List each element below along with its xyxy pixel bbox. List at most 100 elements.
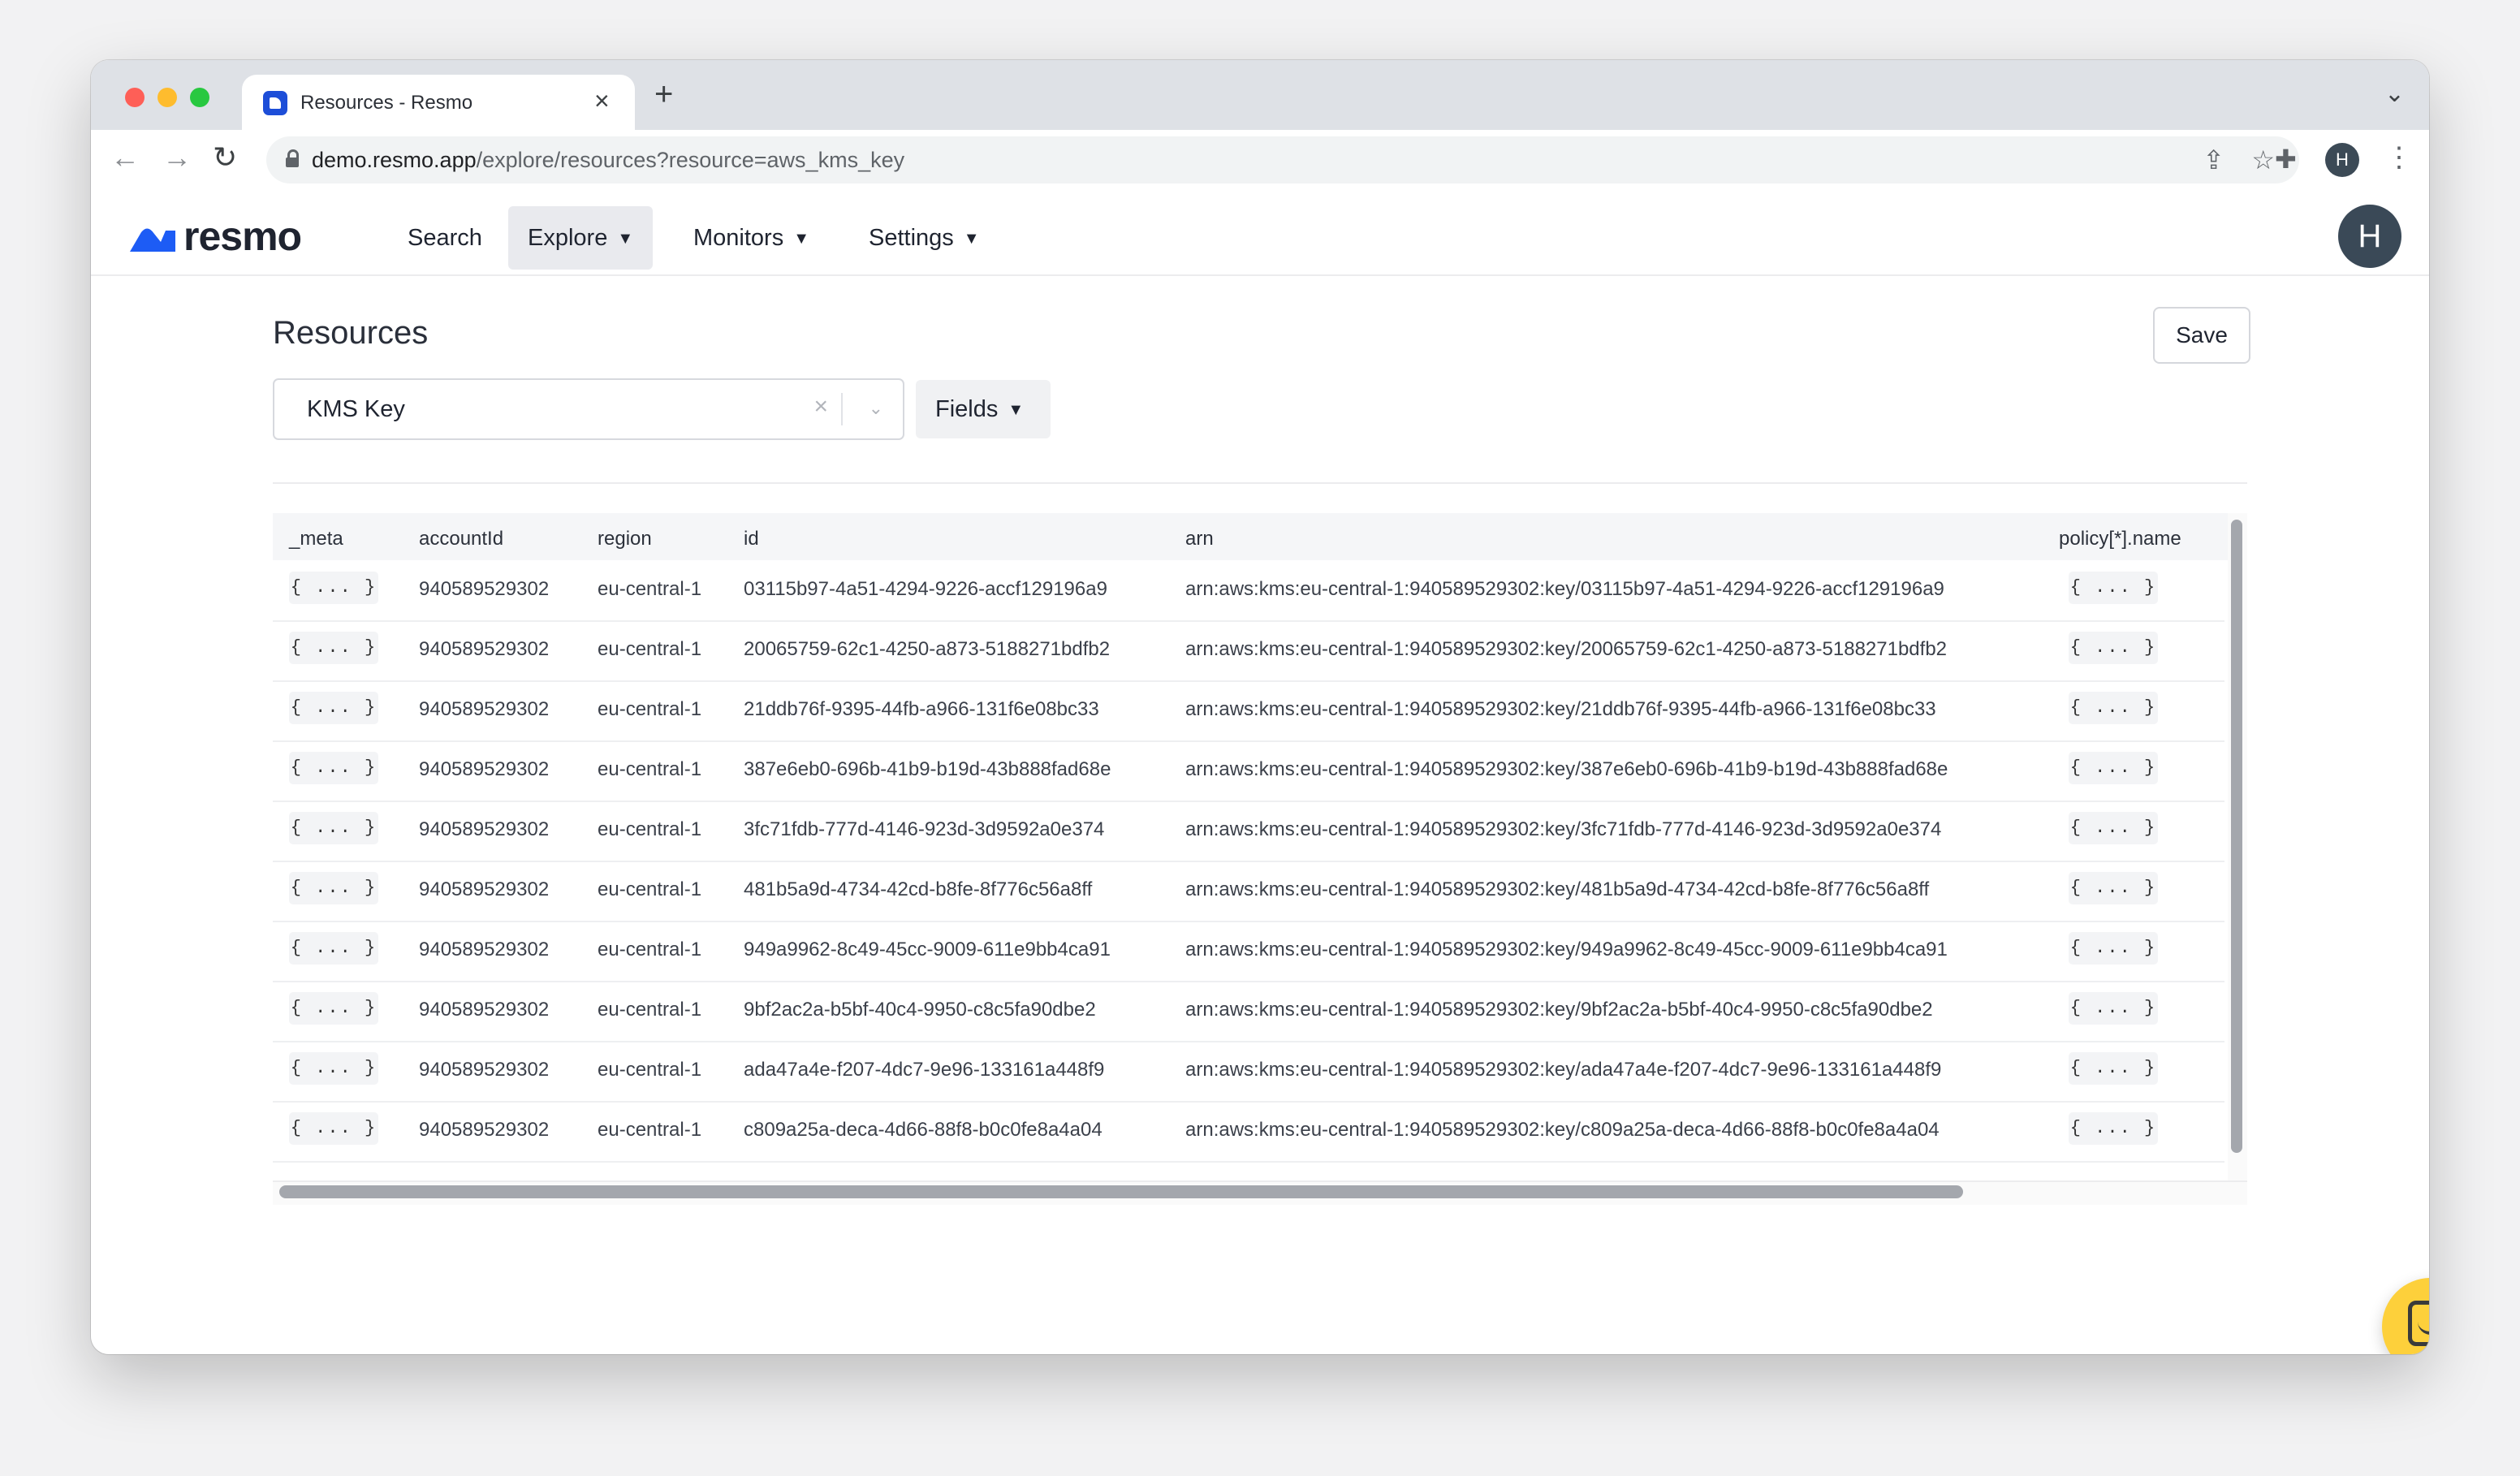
policy-name-cell[interactable]: { ... } <box>2069 632 2158 664</box>
table-row[interactable]: { ... } 940589529302 eu-central-1 481b5a9d-… <box>273 861 2224 922</box>
horizontal-scrollbar-thumb[interactable] <box>279 1185 1963 1198</box>
lock-icon[interactable] <box>286 149 299 167</box>
arn-cell: arn:aws:kms:eu-central-1:940589529302:ke… <box>1185 1119 1940 1141</box>
table-row[interactable]: { ... } 940589529302 eu-central-1 3fc71fdb-… <box>273 801 2224 862</box>
resource-type-select[interactable]: KMS Key × ⌄ <box>273 378 904 440</box>
chevron-down-icon[interactable]: ⌄ <box>869 398 883 419</box>
save-button[interactable]: Save <box>2153 307 2250 364</box>
resmo-logo-icon <box>130 228 175 252</box>
tab-close-icon[interactable]: × <box>594 86 610 115</box>
nav-explore[interactable]: Explore ▼ <box>508 206 654 270</box>
meta-cell[interactable]: { ... } <box>289 632 378 664</box>
account-id-cell: 940589529302 <box>419 578 550 600</box>
share-icon[interactable]: ⇪ <box>2203 145 2224 175</box>
clear-selection-icon[interactable]: × <box>813 393 828 421</box>
region-cell: eu-central-1 <box>598 638 702 660</box>
table-row[interactable]: { ... } 940589529302 eu-central-1 9bf2ac2a-… <box>273 981 2224 1042</box>
region-cell: eu-central-1 <box>598 878 702 900</box>
table-row[interactable]: { ... } 940589529302 eu-central-1 ada47a4e-… <box>273 1041 2224 1103</box>
policy-name-cell[interactable]: { ... } <box>2069 1052 2158 1085</box>
column-header-accountid[interactable]: accountId <box>419 528 503 550</box>
column-header-arn[interactable]: arn <box>1185 528 1214 550</box>
table-header: _meta accountId region id arn policy[*].… <box>273 513 2247 560</box>
url-path: /explore/resources?resource=aws_kms_key <box>476 148 905 172</box>
reload-icon[interactable]: ↻ <box>213 141 237 174</box>
extensions-icon[interactable]: ✚ <box>2275 145 2297 174</box>
maximize-window-button[interactable] <box>190 88 209 107</box>
star-icon[interactable]: ☆ <box>2251 145 2275 175</box>
policy-name-cell[interactable]: { ... } <box>2069 752 2158 784</box>
column-header-region[interactable]: region <box>598 528 652 550</box>
id-cell: c809a25a-deca-4d66-88f8-b0c0fe8a4a04 <box>744 1119 1102 1141</box>
table-row[interactable]: { ... } 940589529302 eu-central-1 c809a25a-… <box>273 1101 2224 1163</box>
table-row[interactable]: { ... } 940589529302 eu-central-1 03115b97-… <box>273 560 2224 622</box>
table-row[interactable]: { ... } 940589529302 eu-central-1 949a9962-… <box>273 921 2224 982</box>
account-id-cell: 940589529302 <box>419 698 550 720</box>
meta-cell[interactable]: { ... } <box>289 572 378 604</box>
account-id-cell: 940589529302 <box>419 1119 550 1141</box>
back-icon[interactable]: ← <box>110 141 140 174</box>
tab-list-icon[interactable]: ⌄ <box>2384 80 2405 108</box>
meta-cell[interactable]: { ... } <box>289 1052 378 1085</box>
more-icon[interactable]: ⋮ <box>2385 141 2413 174</box>
region-cell: eu-central-1 <box>598 1119 702 1141</box>
nav-settings[interactable]: Settings ▼ <box>849 206 999 270</box>
arn-cell: arn:aws:kms:eu-central-1:940589529302:ke… <box>1185 878 1930 900</box>
address-bar[interactable]: demo.resmo.app/explore/resources?resourc… <box>266 136 2299 183</box>
arn-cell: arn:aws:kms:eu-central-1:940589529302:ke… <box>1185 758 1948 780</box>
tab-title: Resources - Resmo <box>300 92 473 114</box>
meta-cell[interactable]: { ... } <box>289 812 378 844</box>
meta-cell[interactable]: { ... } <box>289 1112 378 1145</box>
user-avatar[interactable]: H <box>2338 205 2401 268</box>
logo-text: resmo <box>183 214 302 259</box>
account-id-cell: 940589529302 <box>419 818 550 840</box>
browser-tab[interactable]: Resources - Resmo × <box>242 75 635 130</box>
table-row[interactable]: { ... } 940589529302 eu-central-1 21ddb76f-… <box>273 680 2224 742</box>
policy-name-cell[interactable]: { ... } <box>2069 692 2158 724</box>
column-header-id[interactable]: id <box>744 528 759 550</box>
policy-name-cell[interactable]: { ... } <box>2069 992 2158 1025</box>
policy-name-cell[interactable]: { ... } <box>2069 932 2158 965</box>
id-cell: 949a9962-8c49-45cc-9009-611e9bb4ca91 <box>744 939 1111 960</box>
policy-name-cell[interactable]: { ... } <box>2069 812 2158 844</box>
resource-select-value: KMS Key <box>307 396 405 422</box>
region-cell: eu-central-1 <box>598 818 702 840</box>
region-cell: eu-central-1 <box>598 999 702 1021</box>
column-header-policy-name[interactable]: policy[*].name <box>2059 528 2181 550</box>
column-header-meta[interactable]: _meta <box>289 528 343 550</box>
account-id-cell: 940589529302 <box>419 939 550 960</box>
table-row[interactable]: { ... } 940589529302 eu-central-1 387e6eb0-… <box>273 740 2224 802</box>
browser-profile-avatar[interactable]: H <box>2325 143 2359 177</box>
nav-search[interactable]: Search <box>388 206 502 270</box>
vertical-scrollbar-thumb[interactable] <box>2231 520 2242 1153</box>
close-window-button[interactable] <box>125 88 145 107</box>
chat-button[interactable] <box>2382 1278 2429 1354</box>
id-cell: 3fc71fdb-777d-4146-923d-3d9592a0e374 <box>744 818 1105 840</box>
fields-dropdown-button[interactable]: Fields ▼ <box>916 380 1051 438</box>
policy-name-cell[interactable]: { ... } <box>2069 1112 2158 1145</box>
meta-cell[interactable]: { ... } <box>289 692 378 724</box>
meta-cell[interactable]: { ... } <box>289 752 378 784</box>
nav-explore-label: Explore <box>528 225 608 251</box>
new-tab-button[interactable]: + <box>654 78 673 110</box>
tab-strip: Resources - Resmo × + ⌄ <box>91 60 2429 130</box>
nav-monitors-label: Monitors <box>693 225 784 251</box>
resources-table: _meta accountId region id arn policy[*].… <box>273 513 2247 1218</box>
region-cell: eu-central-1 <box>598 698 702 720</box>
meta-cell[interactable]: { ... } <box>289 992 378 1025</box>
account-id-cell: 940589529302 <box>419 638 550 660</box>
url-text[interactable]: demo.resmo.app/explore/resources?resourc… <box>312 148 904 173</box>
browser-toolbar: ← → ↻ demo.resmo.app/explore/resources?r… <box>91 130 2429 192</box>
minimize-window-button[interactable] <box>158 88 177 107</box>
region-cell: eu-central-1 <box>598 578 702 600</box>
app-header: resmo Search Explore ▼ Monitors ▼ Settings… <box>91 190 2429 276</box>
policy-name-cell[interactable]: { ... } <box>2069 872 2158 904</box>
meta-cell[interactable]: { ... } <box>289 932 378 965</box>
nav-monitors[interactable]: Monitors ▼ <box>674 206 829 270</box>
meta-cell[interactable]: { ... } <box>289 872 378 904</box>
policy-name-cell[interactable]: { ... } <box>2069 572 2158 604</box>
select-separator <box>841 393 843 425</box>
forward-icon[interactable]: → <box>162 141 192 174</box>
fields-label: Fields <box>935 396 999 422</box>
table-row[interactable]: { ... } 940589529302 eu-central-1 20065759-… <box>273 620 2224 682</box>
